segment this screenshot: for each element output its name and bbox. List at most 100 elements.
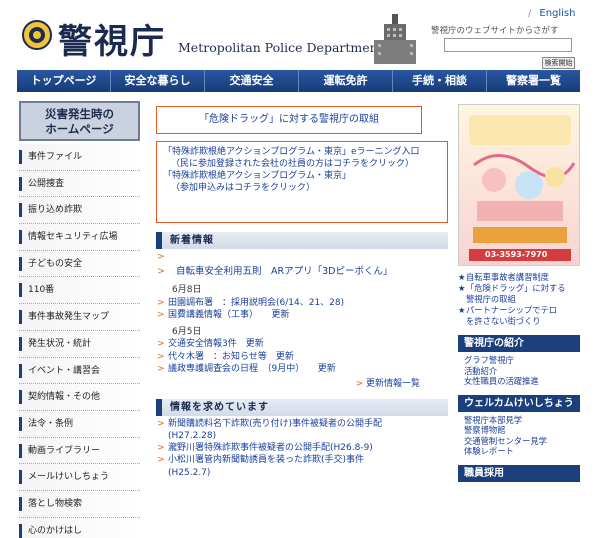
list-item[interactable]: > 瀧野川署特殊詐欺事件被疑者の公開手配(H26.8-9) xyxy=(156,442,448,454)
welcome-item-report[interactable]: 体験レポート xyxy=(464,446,580,457)
disaster-homepage-banner[interactable]: 災害発生時の ホームページ xyxy=(19,101,140,141)
nav-procedures[interactable]: 手続・相談 xyxy=(393,70,487,92)
sidebar-item-info-security[interactable]: 情報セキュリティ広場 xyxy=(19,224,140,251)
arrow-icon: > xyxy=(157,252,165,262)
arrow-icon: > xyxy=(157,443,165,454)
right-link-label-cont[interactable]: を許さない街づくり xyxy=(466,316,580,327)
right-link-label[interactable]: 「危険ドラッグ」に対する xyxy=(466,283,566,293)
news-link[interactable]: 交通安全情報3件 更新 xyxy=(168,339,264,349)
more-news-label[interactable]: 更新情報一覧 xyxy=(366,379,420,389)
campaign-poster[interactable]: 03-3593-7970 xyxy=(458,104,580,266)
search-button[interactable]: 検索開始 xyxy=(542,57,575,69)
arrow-icon: > xyxy=(157,418,165,429)
arrow-icon: > xyxy=(157,265,165,277)
list-item[interactable]: ★ 自転車事故者講習制度 xyxy=(458,272,580,283)
list-item[interactable]: > 代々木署 ：お知らせ等 更新 xyxy=(156,351,448,364)
sidebar-item-laws[interactable]: 法令・条例 xyxy=(19,410,140,438)
program-signup-note[interactable]: （参加申込みはコチラをクリック） xyxy=(163,182,441,194)
right-links: ★ 自転車事故者講習制度 ★ 「危険ドラッグ」に対する 警視庁の取組 ★ パートナーシッ… xyxy=(458,272,580,327)
intro-section-title[interactable]: 警視庁の紹介 xyxy=(458,335,580,352)
wanted-info-section-title: 情報を求めています xyxy=(156,398,448,416)
poster-phone: 03-3593-7970 xyxy=(485,250,548,259)
sidebar-item-events[interactable]: イベント・講習会 xyxy=(19,357,140,385)
news-date: 6月5日 xyxy=(172,326,202,337)
wanted-info-list: > 新聞購読料名下詐欺(売り付け)事件被疑者の公開手配 (H27.2.28) > 瀧… xyxy=(156,418,448,479)
wanted-info-link[interactable]: 瀧野川署特殊詐欺事件被疑者の公開手配(H26.8-9) xyxy=(168,443,373,453)
news-link[interactable]: 代々木署 ：お知らせ等 更新 xyxy=(168,352,294,362)
star-icon: ★ xyxy=(458,283,466,293)
poster-illustration-icon xyxy=(469,115,576,261)
english-link[interactable]: / English xyxy=(528,8,575,19)
intro-item-graph[interactable]: グラフ警視庁 xyxy=(464,355,580,366)
arrow-icon: > xyxy=(157,297,165,308)
news-link[interactable]: 田園調布署 ：採用説明会(6/14、21、28) xyxy=(168,298,344,308)
welcome-item-museum[interactable]: 警察博物館 xyxy=(464,425,580,436)
sidebar-item-video-library[interactable]: 動画ライブラリー xyxy=(19,437,140,465)
wanted-info-link[interactable]: 小松川署管内新聞勧誘員を装った詐欺(手交)事件 xyxy=(168,455,364,465)
sidebar-item-110[interactable]: 110番 xyxy=(19,277,140,305)
program-elearning-link[interactable]: 「特殊詐欺根絶アクションプログラム・東京」eラーニング入口 xyxy=(163,146,441,158)
sidebar-item-mail[interactable]: メールけいしちょう xyxy=(19,464,140,491)
police-emblem-icon[interactable] xyxy=(22,18,52,52)
list-item[interactable]: ★ パートナーシップでテロ を許さない街づくり xyxy=(458,305,580,327)
sidebar-item-kokoro[interactable]: 心のかけはし xyxy=(19,517,140,538)
nav-drivers-license[interactable]: 運転免許 xyxy=(299,70,393,92)
more-news-link[interactable]: > 更新情報一覧 xyxy=(156,378,448,390)
right-sidebar: 03-3593-7970 ★ 自転車事故者講習制度 ★ 「危険ドラッグ」に対する 警視… xyxy=(458,104,580,482)
list-item[interactable]: > 小松川署管内新聞勧誘員を装った詐欺(手交)事件 xyxy=(156,454,448,466)
list-item[interactable]: > 新聞購読料名下詐欺(売り付け)事件被疑者の公開手配 xyxy=(156,418,448,430)
welcome-list: 警視庁本部見学 警察博物館 交通管制センター見学 体験レポート xyxy=(458,412,580,457)
nav-top-page[interactable]: トップページ xyxy=(17,70,111,92)
list-item[interactable]: ★ 「危険ドラッグ」に対する 警視庁の取組 xyxy=(458,283,580,305)
right-link-label[interactable]: 自転車事故者講習制度 xyxy=(466,272,549,282)
banner-line-2: ホームページ xyxy=(45,122,114,136)
arrow-icon: > xyxy=(355,378,364,389)
list-item: > xyxy=(156,251,448,264)
sidebar-item-child-safety[interactable]: 子どもの安全 xyxy=(19,250,140,278)
intro-item-activities[interactable]: 活動紹介 xyxy=(464,366,580,377)
danger-drug-link[interactable]: 「危険ドラッグ」に対する警視庁の取組 xyxy=(156,106,422,134)
sidebar-item-transfer-fraud[interactable]: 振り込め詐欺 xyxy=(19,197,140,225)
search-input[interactable] xyxy=(444,38,572,52)
list-item[interactable]: > 田園調布署 ：採用説明会(6/14、21、28) xyxy=(156,297,448,310)
site-header: 警視庁 Metropolitan Police Department / Engl… xyxy=(0,0,600,70)
list-item[interactable]: > 議政専護調査会の日程 （9月中） 更新 xyxy=(156,363,448,376)
nav-traffic-safety[interactable]: 交通安全 xyxy=(205,70,299,92)
site-logo-japanese[interactable]: 警視庁 xyxy=(58,14,166,63)
list-item[interactable]: > 国費講義情報（工事） 更新 xyxy=(156,309,448,322)
sidebar-item-public-investigation[interactable]: 公開捜査 xyxy=(19,170,140,198)
list-item[interactable]: > 交通安全情報3件 更新 xyxy=(156,338,448,351)
sidebar-item-incident-map[interactable]: 事件事故発生マップ xyxy=(19,304,140,331)
sidebar-item-case-files[interactable]: 事件ファイル xyxy=(19,144,140,171)
sidebar-item-lost-property[interactable]: 落とし物検索 xyxy=(19,490,140,518)
program-elearning-note[interactable]: （民に参加登録された会社の社員の方はコチラをクリック） xyxy=(163,158,441,170)
news-link[interactable]: 国費講義情報（工事） 更新 xyxy=(168,310,290,320)
welcome-section-title[interactable]: ウェルカムけいしちょう xyxy=(458,394,580,412)
news-section-title: 新着情報 xyxy=(156,232,448,249)
arrow-icon: > xyxy=(157,351,165,362)
left-sidebar: 災害発生時の ホームページ 事件ファイル 公開捜査 振り込め詐欺 情報セキュリテ… xyxy=(19,101,140,538)
welcome-item-traffic-center[interactable]: 交通管制センター見学 xyxy=(464,436,580,447)
recruit-section-title[interactable]: 職員採用 xyxy=(458,464,580,482)
news-list: > > 自転車安全利用五則 ARアプリ「3Dピーポくん」 6月8日 > 田園調布署 … xyxy=(156,251,448,390)
welcome-item-hq-tour[interactable]: 警視庁本部見学 xyxy=(464,415,580,426)
program-signup-link[interactable]: 「特殊詐欺根絶アクションプログラム・東京」 xyxy=(163,170,441,182)
sidebar-item-statistics[interactable]: 発生状況・統計 xyxy=(19,330,140,358)
sidebar-item-contracts[interactable]: 契約情報・その他 xyxy=(19,384,140,411)
list-item[interactable]: > 自転車安全利用五則 ARアプリ「3Dピーポくん」 xyxy=(156,266,448,279)
right-link-label[interactable]: パートナーシップでテロ xyxy=(466,305,557,315)
news-lead-link[interactable]: 自転車安全利用五則 ARアプリ「3Dピーポくん」 xyxy=(176,266,392,277)
list-item-continued[interactable]: (H25.2.7) xyxy=(156,467,448,479)
arrow-icon: > xyxy=(157,455,165,466)
news-link[interactable]: 議政専護調査会の日程 （9月中） 更新 xyxy=(168,364,336,374)
list-item-continued[interactable]: (H27.2.28) xyxy=(156,430,448,442)
intro-list: グラフ警視庁 活動紹介 女性職員の活躍推進 xyxy=(458,352,580,387)
intro-item-women[interactable]: 女性職員の活躍推進 xyxy=(464,376,580,387)
right-link-label-cont[interactable]: 警視庁の取組 xyxy=(466,294,580,305)
nav-police-stations[interactable]: 警察署一覧 xyxy=(487,70,580,92)
search-label: 警視庁のウェブサイトからさがす xyxy=(431,26,559,36)
headquarters-building-icon xyxy=(374,14,416,64)
nav-safe-living[interactable]: 安全な暮らし xyxy=(111,70,205,92)
arrow-icon: > xyxy=(157,339,165,349)
wanted-info-link[interactable]: 新聞購読料名下詐欺(売り付け)事件被疑者の公開手配 xyxy=(168,419,382,429)
